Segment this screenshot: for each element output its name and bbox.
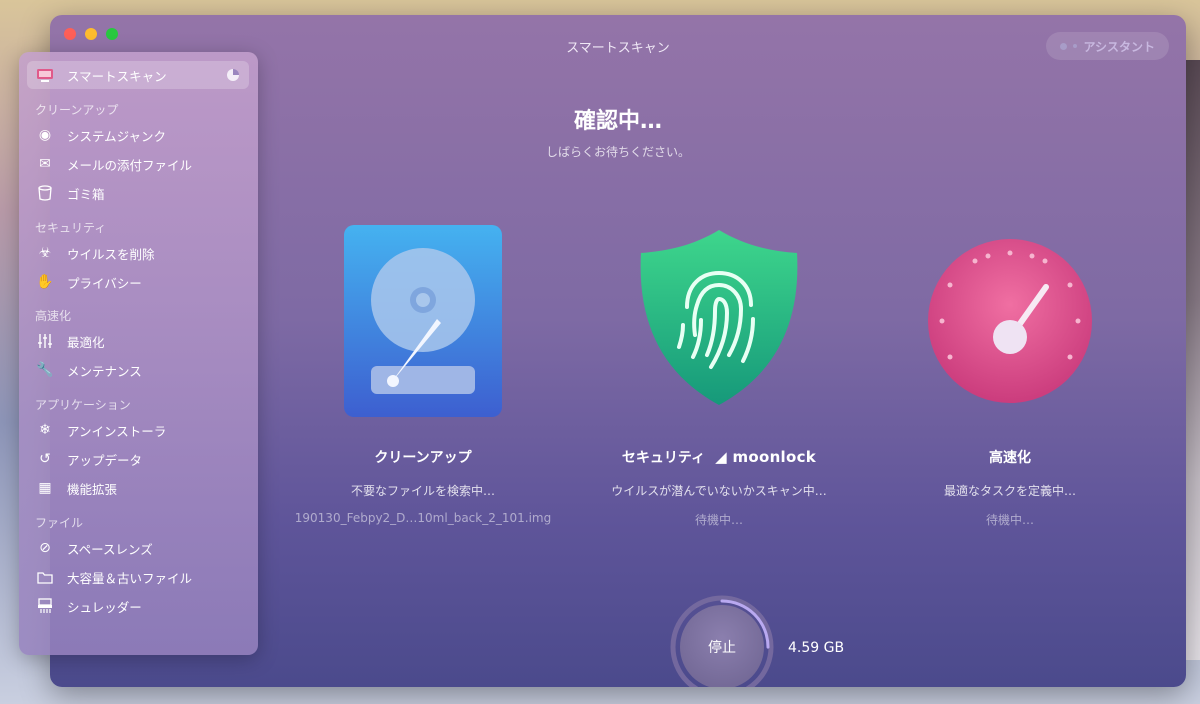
- module-cleanup[interactable]: クリーンアップ 不要なファイルを検索中… 190130_Febpy2_D…10m…: [273, 215, 573, 525]
- sidebar-item-space-lens[interactable]: ⊘ スペースレンズ: [27, 534, 249, 562]
- module-speed-name: 高速化: [989, 450, 1031, 466]
- wrench-icon: 🔧: [36, 362, 54, 378]
- disk-icon: ◉: [38, 127, 52, 143]
- moonlock-logo: ◢ moonlock: [715, 448, 817, 466]
- module-security-name: セキュリティ ◢ moonlock: [621, 448, 817, 466]
- assistant-label: アシスタント: [1083, 39, 1155, 54]
- module-cleanup-name: クリーンアップ: [374, 450, 472, 466]
- module-speed-desc: 最適なタスクを定義中…: [943, 484, 1076, 498]
- sidebar-item-shredder[interactable]: シュレッダー: [27, 592, 249, 620]
- sidebar-item-uninstaller[interactable]: ❄ アンインストーラ: [27, 416, 249, 444]
- stop-scan-control[interactable]: 停止: [670, 595, 774, 687]
- sidebar-item-system-junk[interactable]: ◉ システムジャンク: [27, 121, 249, 149]
- module-speed[interactable]: 高速化 最適なタスクを定義中… 待機中…: [860, 215, 1160, 528]
- trash-icon: [35, 183, 55, 203]
- assistant-button[interactable]: アシスタント: [1046, 32, 1169, 60]
- sidebar-item-extensions[interactable]: ▦ 機能拡張: [27, 474, 249, 502]
- stop-button-label: 停止: [708, 640, 736, 656]
- sidebar: スマートスキャン クリーンアップ ◉ システムジャンク ✉ メールの添付ファイル…: [19, 52, 258, 655]
- sidebar-item-optimization[interactable]: 最適化: [27, 327, 249, 355]
- sidebar-header-speed: 高速化: [35, 309, 72, 323]
- scan-progress-pie-icon: [227, 69, 239, 81]
- hand-icon: ✋: [36, 274, 54, 290]
- sidebar-item-remove-virus[interactable]: ☣ ウイルスを削除: [27, 239, 249, 267]
- assistant-dot-small-icon: [1073, 44, 1078, 48]
- fingerprint-shield-icon: [569, 215, 869, 425]
- module-security[interactable]: セキュリティ ◢ moonlock ウイルスが潜んでいないかスキャン中… 待機中…: [569, 215, 869, 528]
- hard-drive-icon: [273, 215, 573, 425]
- biohazard-icon: ☣: [38, 245, 52, 261]
- sliders-icon: [35, 331, 55, 351]
- sidebar-item-trash[interactable]: ゴミ箱: [27, 179, 249, 207]
- lens-icon: ⊘: [39, 540, 51, 556]
- module-cleanup-detail: 190130_Febpy2_D…10ml_back_2_101.img: [294, 511, 552, 525]
- sidebar-item-maintenance[interactable]: 🔧 メンテナンス: [27, 356, 249, 384]
- module-security-detail: 待機中…: [694, 513, 743, 527]
- sidebar-item-large-old-files[interactable]: 大容量＆古いファイル: [27, 563, 249, 591]
- sidebar-item-privacy[interactable]: ✋ プライバシー: [27, 268, 249, 296]
- monitor-icon: [35, 65, 55, 85]
- sidebar-item-mail-attachments[interactable]: ✉ メールの添付ファイル: [27, 150, 249, 178]
- sidebar-header-files: ファイル: [35, 516, 84, 530]
- sidebar-header-cleanup: クリーンアップ: [35, 103, 119, 117]
- uninstall-icon: ❄: [39, 422, 51, 438]
- module-security-desc: ウイルスが潜んでいないかスキャン中…: [611, 484, 827, 498]
- shredder-icon: [35, 596, 55, 616]
- sidebar-header-applications: アプリケーション: [35, 398, 131, 412]
- sidebar-header-security: セキュリティ: [35, 221, 107, 235]
- assistant-dot-icon: [1060, 42, 1068, 50]
- puzzle-icon: ▦: [38, 480, 52, 496]
- speedometer-icon: [860, 215, 1160, 425]
- stop-button[interactable]: 停止: [680, 605, 764, 687]
- folder-icon: [35, 567, 55, 587]
- update-icon: ↺: [39, 451, 51, 467]
- module-cleanup-desc: 不要なファイルを検索中…: [350, 484, 495, 498]
- sidebar-item-updater[interactable]: ↺ アップデータ: [27, 445, 249, 473]
- sidebar-item-smart-scan[interactable]: スマートスキャン: [27, 61, 249, 89]
- mail-icon: ✉: [39, 156, 51, 172]
- module-speed-detail: 待機中…: [985, 513, 1034, 527]
- scanned-size: 4.59 GB: [788, 640, 845, 656]
